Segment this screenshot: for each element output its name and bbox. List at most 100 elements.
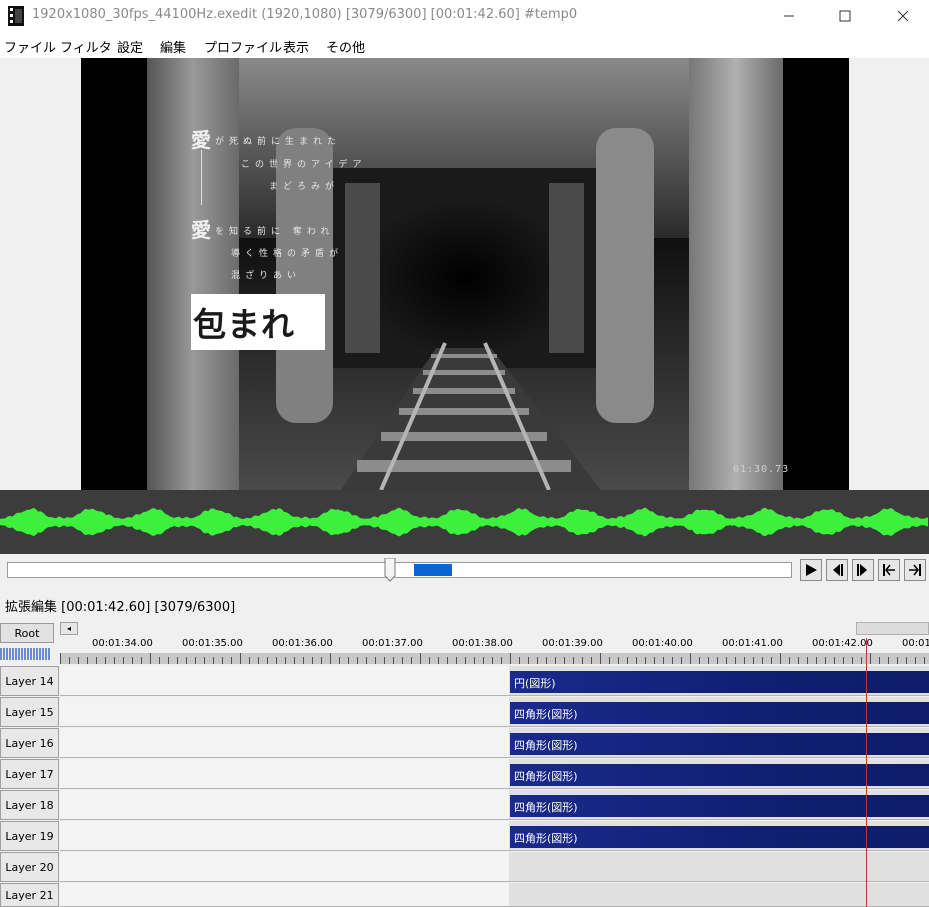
subway-scene-image <box>81 58 849 490</box>
go-end-button[interactable] <box>904 559 926 581</box>
layer-header-21[interactable]: Layer 21 <box>0 883 59 907</box>
track-empty-area[interactable] <box>60 852 509 882</box>
track-empty-area[interactable] <box>60 666 509 696</box>
zoom-bar <box>39 648 41 660</box>
track-empty-area[interactable] <box>60 790 509 820</box>
zoom-bar <box>27 648 29 660</box>
layer-header-15[interactable]: Layer 15 <box>0 697 59 727</box>
selection-range[interactable] <box>414 564 452 576</box>
zoom-bar <box>30 648 32 660</box>
zoom-bar <box>24 648 26 660</box>
layer-track-19[interactable]: 四角形(図形) <box>60 821 929 851</box>
waveform-graph <box>0 507 928 537</box>
track-empty-area[interactable] <box>60 883 509 907</box>
zoom-bar <box>9 648 11 660</box>
ruler-label: 00:01 <box>902 638 929 649</box>
prev-frame-icon <box>833 564 843 576</box>
zoom-bar <box>45 648 47 660</box>
ext-editor-title: 拡張編集 [00:01:42.60] [3079/6300] <box>5 600 236 615</box>
menu-filter[interactable]: フィルタ <box>60 37 112 56</box>
track-empty-area[interactable] <box>60 697 509 727</box>
window-title: 1920x1080_30fps_44100Hz.exedit (1920,108… <box>32 7 578 22</box>
maximize-button[interactable] <box>822 0 868 32</box>
aviutl-window: 1920x1080_30fps_44100Hz.exedit (1920,108… <box>0 0 929 907</box>
clip-label: 四角形(図形) <box>514 832 578 845</box>
playhead-cursor[interactable] <box>866 638 867 907</box>
next-frame-button[interactable] <box>852 559 874 581</box>
menu-file[interactable]: ファイル <box>4 37 56 56</box>
clip-label: 円(図形) <box>514 677 556 690</box>
ruler-label: 00:01:35.00 <box>182 638 243 649</box>
seek-track[interactable] <box>7 562 792 578</box>
layer-header-16[interactable]: Layer 16 <box>0 728 59 758</box>
menu-settings[interactable]: 設定 <box>117 37 143 56</box>
play-icon <box>806 564 817 576</box>
track-empty-area[interactable] <box>60 821 509 851</box>
layer-header-14[interactable]: Layer 14 <box>0 666 59 696</box>
menu-other[interactable]: その他 <box>326 37 365 56</box>
ruler-label: 00:01:42.00 <box>812 638 873 649</box>
ruler-label: 00:01:34.00 <box>92 638 153 649</box>
time-ruler[interactable]: 00:01:34.00 00:01:35.00 00:01:36.00 00:0… <box>60 635 929 664</box>
preview-area: 愛 が死ぬ前に生まれた この世界のアイデア まどろみが 愛 を知る前に 奪われ … <box>0 58 929 490</box>
scroll-left-button[interactable]: ◂ <box>60 622 78 635</box>
preview-timecode: 01:30.73 <box>733 464 790 475</box>
clip-label: 四角形(図形) <box>514 801 578 814</box>
prev-frame-button[interactable] <box>826 559 848 581</box>
close-button[interactable] <box>880 0 926 32</box>
horizontal-scroll-track[interactable] <box>80 622 929 635</box>
clip-label: 四角形(図形) <box>514 708 578 721</box>
zoom-bar <box>3 648 5 660</box>
menu-edit[interactable]: 編集 <box>160 37 186 56</box>
zoom-bar <box>48 648 50 660</box>
title-bar: 1920x1080_30fps_44100Hz.exedit (1920,108… <box>0 0 929 32</box>
zoom-bar <box>6 648 8 660</box>
zoom-bar <box>21 648 23 660</box>
next-frame-icon <box>857 564 867 576</box>
layer-track-20[interactable] <box>60 852 929 882</box>
layer-track-21[interactable] <box>60 883 929 907</box>
root-button[interactable]: Root <box>0 623 54 643</box>
layer-track-14[interactable]: 円(図形) <box>60 666 929 696</box>
ruler-label: 00:01:38.00 <box>452 638 513 649</box>
clip-label: 四角形(図形) <box>514 739 578 752</box>
video-preview[interactable]: 愛 が死ぬ前に生まれた この世界のアイデア まどろみが 愛 を知る前に 奪われ … <box>81 58 849 490</box>
zoom-level-meter[interactable] <box>0 647 52 661</box>
menu-profile[interactable]: プロファイル <box>204 37 282 56</box>
track-empty-area[interactable] <box>60 728 509 758</box>
film-icon <box>8 6 24 26</box>
layer-header-20[interactable]: Layer 20 <box>0 852 59 882</box>
go-end-icon <box>909 564 921 576</box>
ruler-label: 00:01:40.00 <box>632 638 693 649</box>
maximize-icon <box>839 10 851 22</box>
menu-bar: ファイル フィルタ 設定 編集 プロファイル 表示 その他 <box>0 32 929 58</box>
close-icon <box>897 10 909 22</box>
go-start-button[interactable] <box>878 559 900 581</box>
zoom-bar <box>33 648 35 660</box>
layer-header-17[interactable]: Layer 17 <box>0 759 59 789</box>
layer-track-15[interactable]: 四角形(図形) <box>60 697 929 727</box>
horizontal-scroll-thumb[interactable] <box>856 622 929 635</box>
ruler-label: 00:01:36.00 <box>272 638 333 649</box>
layer-track-17[interactable]: 四角形(図形) <box>60 759 929 789</box>
track-empty-area[interactable] <box>60 759 509 789</box>
zoom-bar <box>42 648 44 660</box>
timeline-panel: Root ◂ 00:01:34.00 00:01:35.00 00:01:36.… <box>0 621 929 907</box>
layer-header-18[interactable]: Layer 18 <box>0 790 59 820</box>
menu-view[interactable]: 表示 <box>283 37 309 56</box>
zoom-bar <box>36 648 38 660</box>
ruler-label: 00:01:39.00 <box>542 638 603 649</box>
go-start-icon <box>883 564 895 576</box>
layer-header-19[interactable]: Layer 19 <box>0 821 59 851</box>
seek-bar-row <box>0 554 929 588</box>
seek-thumb-icon[interactable] <box>384 558 396 582</box>
minimize-icon <box>784 15 794 17</box>
waveform-shape <box>0 507 928 537</box>
clip-label: 四角形(図形) <box>514 770 578 783</box>
audio-waveform <box>0 490 929 554</box>
layer-track-18[interactable]: 四角形(図形) <box>60 790 929 820</box>
play-button[interactable] <box>800 559 822 581</box>
minimize-button[interactable] <box>766 0 812 32</box>
layer-track-16[interactable]: 四角形(図形) <box>60 728 929 758</box>
zoom-bar <box>18 648 20 660</box>
